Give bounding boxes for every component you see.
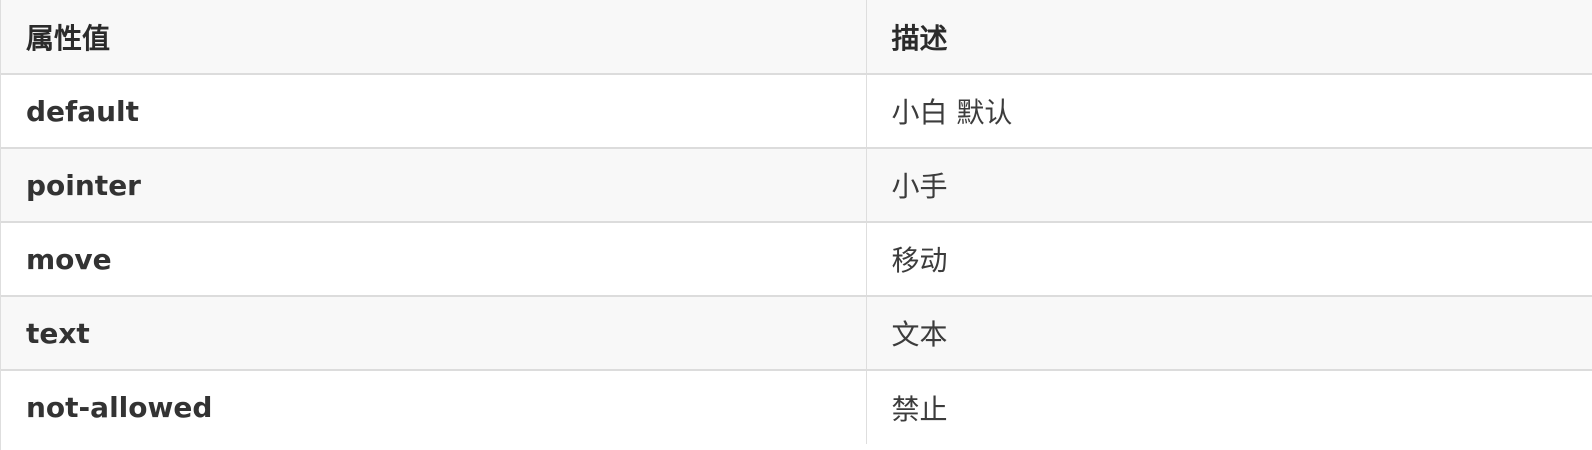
cell-description: 移动: [866, 222, 1592, 297]
cell-value: move: [1, 222, 867, 297]
cell-description: 文本: [866, 296, 1592, 371]
table-row: move 移动: [1, 222, 1592, 297]
table-row: default 小白 默认: [1, 74, 1592, 149]
cell-description: 小手: [866, 148, 1592, 223]
table-row: not-allowed 禁止: [1, 370, 1592, 444]
header-description: 描述: [866, 0, 1592, 75]
cell-value: text: [1, 296, 867, 371]
cell-description: 禁止: [866, 370, 1592, 444]
cell-value: not-allowed: [1, 370, 867, 444]
cursor-values-table-container: 属性值 描述 default 小白 默认 pointer 小手 move 移动 …: [0, 0, 1592, 450]
table-row: pointer 小手: [1, 148, 1592, 223]
cell-value: default: [1, 74, 867, 149]
table-header-row: 属性值 描述: [1, 0, 1592, 75]
cursor-values-table: 属性值 描述 default 小白 默认 pointer 小手 move 移动 …: [1, 0, 1592, 444]
table-row: text 文本: [1, 296, 1592, 371]
header-property-value: 属性值: [1, 0, 867, 75]
cell-description: 小白 默认: [866, 74, 1592, 149]
cell-value: pointer: [1, 148, 867, 223]
